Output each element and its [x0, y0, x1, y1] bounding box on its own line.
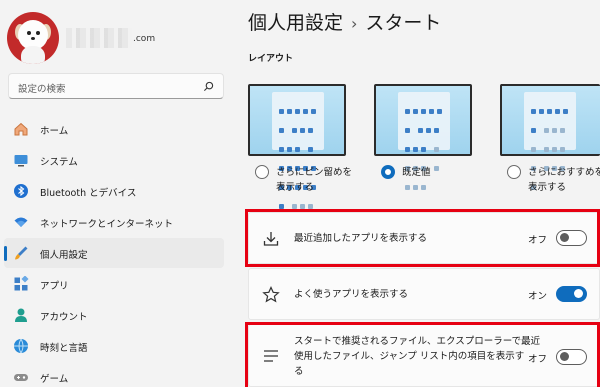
recommended-files-toggle[interactable]: [556, 349, 587, 365]
sidebar-item-gaming[interactable]: ゲーム: [4, 362, 224, 387]
sidebar-item-label: 時刻と言語: [40, 343, 88, 354]
apps-icon: [14, 276, 29, 291]
breadcrumb-current: スタート: [365, 12, 442, 34]
layout-section-title: レイアウト: [248, 54, 294, 64]
most-used-toggle[interactable]: [556, 286, 587, 302]
sidebar-item-home[interactable]: ホーム: [4, 114, 224, 144]
bluetooth-icon: [14, 184, 28, 198]
home-icon: [14, 122, 28, 136]
game-icon: [14, 374, 28, 381]
toggle-knob: [560, 352, 569, 361]
sidebar-item-label: Bluetooth とデバイス: [40, 188, 137, 199]
sidebar-item-label: システム: [40, 157, 78, 168]
time-language-icon: [14, 338, 28, 354]
setting-label-line3: る: [294, 366, 304, 377]
sidebar-item-label: アカウント: [40, 312, 88, 323]
option-label-line1: さらにおすすめを: [528, 167, 600, 178]
radio-button[interactable]: [507, 165, 521, 179]
sidebar-item-system[interactable]: システム: [4, 145, 224, 175]
avatar-dog-body: [21, 46, 45, 64]
start-menu-preview: [524, 92, 576, 190]
radio-button[interactable]: [255, 165, 269, 179]
setting-most-used-apps[interactable]: よく使うアプリを表示する オン: [248, 268, 600, 320]
sidebar-item-label: ゲーム: [40, 374, 69, 385]
sidebar: .com 設定の検索 ホーム システム Bluetooth とデバイス ネットワ…: [0, 0, 232, 387]
sidebar-item-bluetooth[interactable]: Bluetooth とデバイス: [4, 176, 224, 206]
setting-recently-added-apps[interactable]: 最近追加したアプリを表示する オフ: [248, 212, 600, 264]
layout-thumbnail-more-recommendations[interactable]: [500, 84, 600, 190]
avatar-dog-nose: [31, 37, 35, 40]
star-icon: [262, 286, 280, 303]
search-icon[interactable]: [203, 81, 214, 92]
setting-recommended-files[interactable]: スタートで推奨されるファイル、エクスプローラーで最近 使用したファイル、ジャンプ…: [248, 324, 600, 387]
sidebar-item-network[interactable]: ネットワークとインターネット: [4, 207, 224, 237]
start-menu-preview: [272, 92, 324, 228]
toggle-state-label: オフ: [528, 354, 548, 365]
setting-label: 最近追加したアプリを表示する: [294, 233, 428, 244]
setting-label-line2: 使用したファイル、ジャンプ リスト内の項目を表示す: [294, 351, 525, 362]
system-icon: [14, 155, 28, 167]
option-label-line2: 表示する: [276, 182, 315, 193]
search-input[interactable]: 設定の検索: [18, 81, 66, 95]
avatar[interactable]: [7, 12, 59, 64]
avatar-dog-eye: [36, 31, 40, 35]
toggle-state-label: オフ: [528, 235, 548, 246]
download-icon: [263, 232, 279, 246]
sidebar-item-personalization[interactable]: 個人用設定: [4, 238, 224, 268]
toggle-knob: [574, 289, 583, 298]
breadcrumb-parent[interactable]: 個人用設定: [248, 12, 343, 34]
breadcrumb-separator: ›: [351, 14, 358, 33]
search-box[interactable]: 設定の検索: [8, 73, 224, 99]
layout-thumbnail-more-pins[interactable]: [248, 84, 346, 228]
toggle-knob: [560, 233, 569, 242]
avatar-dog-eye: [27, 31, 31, 35]
page-title: 個人用設定 › スタート: [248, 8, 441, 35]
option-label-line1: 既定値: [402, 167, 431, 178]
account-icon: [15, 308, 27, 322]
pinned-app-grid: [403, 100, 445, 195]
sidebar-item-label: 個人用設定: [40, 250, 88, 261]
radio-button-selected[interactable]: [381, 165, 395, 179]
sidebar-item-apps[interactable]: アプリ: [4, 269, 224, 299]
brush-icon: [15, 246, 28, 260]
sidebar-item-time-language[interactable]: 時刻と言語: [4, 331, 224, 361]
list-icon: [264, 350, 278, 362]
start-menu-preview: [398, 92, 450, 190]
option-label-line2: 表示する: [528, 182, 567, 193]
option-label-line1: さらにピン留めを: [276, 167, 353, 178]
wifi-icon: [14, 217, 28, 227]
sidebar-item-label: アプリ: [40, 281, 69, 292]
setting-label-line1: スタートで推奨されるファイル、エクスプローラーで最近: [294, 336, 541, 347]
sidebar-item-label: ネットワークとインターネット: [40, 219, 174, 230]
layout-thumbnail-default[interactable]: [374, 84, 472, 190]
email-domain: .com: [133, 34, 156, 44]
setting-label: よく使うアプリを表示する: [294, 289, 409, 300]
sidebar-item-accounts[interactable]: アカウント: [4, 300, 224, 330]
toggle-state-label: オン: [528, 291, 548, 302]
selection-indicator: [4, 246, 7, 261]
recently-added-toggle[interactable]: [556, 230, 587, 246]
sidebar-item-label: ホーム: [40, 126, 69, 137]
blurred-email: [66, 28, 132, 48]
